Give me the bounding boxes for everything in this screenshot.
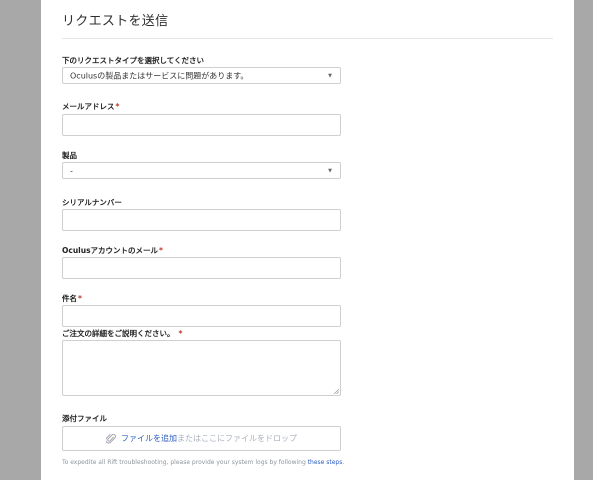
footnote-text: To expedite all Rift troubleshooting, pl…: [62, 459, 308, 466]
oculus-email-label-text: Oculusアカウントのメール: [62, 246, 159, 255]
required-marker: *: [159, 246, 163, 255]
serial-label-text: シリアルナンバー: [62, 198, 122, 207]
required-marker: *: [78, 294, 82, 303]
details-label: ご注文の詳細をご説明ください。 *: [62, 328, 182, 339]
request-type-label: 下のリクエストタイプを選択してください: [62, 55, 204, 66]
footnote: To expedite all Rift troubleshooting, pl…: [62, 459, 344, 466]
required-marker: *: [115, 102, 120, 111]
request-type-value: Oculusの製品またはサービスに問題があります。: [70, 71, 249, 80]
product-select[interactable]: - ▼: [62, 162, 341, 179]
file-dropzone[interactable]: ファイルを追加 またはここにファイルをドロップ: [62, 426, 341, 451]
oculus-email-label: Oculusアカウントのメール*: [62, 245, 163, 256]
attachments-label-text: 添付ファイル: [62, 414, 107, 423]
drop-hint: またはここにファイルをドロップ: [177, 434, 297, 443]
serial-label: シリアルナンバー: [62, 197, 122, 208]
footnote-end: .: [342, 459, 345, 466]
product-value: -: [70, 166, 73, 175]
required-marker: *: [178, 329, 183, 338]
paperclip-icon: [106, 433, 116, 444]
subject-label-text: 件名: [62, 294, 77, 303]
request-type-select[interactable]: Oculusの製品またはサービスに問題があります。 ▼: [62, 67, 341, 84]
resize-handle-icon[interactable]: [333, 388, 339, 394]
details-textarea[interactable]: [62, 340, 341, 396]
form-panel: リクエストを送信 下のリクエストタイプを選択してください Oculusの製品また…: [41, 0, 574, 480]
these-steps-link[interactable]: these steps: [308, 459, 343, 466]
product-label: 製品: [62, 150, 77, 161]
product-label-text: 製品: [62, 151, 77, 160]
email-label: メールアドレス*: [62, 101, 119, 112]
oculus-email-field[interactable]: [62, 257, 341, 279]
request-type-label-text: 下のリクエストタイプを選択してください: [62, 56, 205, 65]
details-label-text: ご注文の詳細をご説明ください。: [62, 329, 175, 338]
subject-field[interactable]: [62, 305, 341, 327]
email-label-text: メールアドレス: [62, 102, 115, 111]
chevron-down-icon: ▼: [328, 167, 332, 174]
page-title: リクエストを送信: [62, 14, 169, 29]
title-divider: [62, 38, 553, 39]
add-file-link[interactable]: ファイルを追加: [121, 433, 177, 444]
chevron-down-icon: ▼: [328, 72, 332, 79]
email-field[interactable]: [62, 114, 341, 136]
serial-number-field[interactable]: [62, 209, 341, 231]
attachments-label: 添付ファイル: [62, 413, 107, 424]
subject-label: 件名*: [62, 293, 82, 304]
